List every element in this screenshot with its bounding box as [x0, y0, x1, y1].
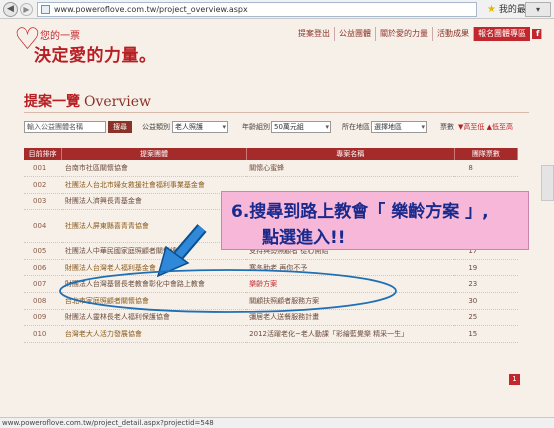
nav-item-about[interactable]: 關於愛的力量 — [376, 27, 433, 41]
search-button[interactable]: 搜尋 — [108, 121, 132, 133]
region-select[interactable]: 選擇地區 — [371, 121, 427, 133]
table-row[interactable]: 001 台南市社區關懷協會 關懷心蜜蜂 8 — [24, 160, 518, 178]
header-project: 專案名稱 — [246, 148, 455, 160]
project-name-link[interactable]: 寒冬助老 再你不予 — [246, 259, 455, 277]
back-button[interactable]: ◀ — [3, 2, 18, 17]
rank-cell: 003 — [24, 193, 62, 211]
region-label: 所在地區 — [342, 123, 370, 131]
title-divider — [24, 112, 529, 113]
sort-options[interactable]: ▼高至低 ▲低至高 — [458, 122, 513, 132]
table-row[interactable]: 008 台北市家庭照顧者關懷協會 關顧扶照顧者服務方案 30 — [24, 292, 518, 310]
table-row[interactable]: 010 台灣老大人活力發展協會 2012活躍老化~老人動課「彩繪藍覺樂 精采一生」 1… — [24, 325, 518, 343]
vote-count: 15 — [454, 325, 518, 343]
callout-line-2: 點選進入!! — [262, 228, 346, 248]
organization-link[interactable]: 財團法人靈林長老人福利保護協會 — [61, 309, 247, 327]
search-input[interactable]: 輸入公益團體名稱 — [24, 121, 106, 133]
rank-cell: 007 — [24, 275, 62, 294]
status-bar: www.poweroflove.com.tw/project_detail.as… — [0, 417, 554, 428]
rank-cell: 005 — [24, 242, 62, 260]
site-logo[interactable]: ♡ 您的一票 決定愛的力量。 — [14, 25, 164, 67]
organization-link[interactable]: 台灣老大人活力發展協會 — [61, 325, 247, 343]
rank-cell: 010 — [24, 325, 62, 343]
logo-slogan-top: 您的一票 — [40, 31, 80, 42]
organization-link[interactable]: 台北市家庭照顧者關懷協會 — [61, 292, 247, 310]
rank-cell: 008 — [24, 292, 62, 310]
organization-link[interactable]: 社團法人屏東縣喜青青協會 — [61, 209, 247, 244]
page-title-zh: 提案一覽 — [24, 94, 80, 110]
sort-label: 票數 — [440, 123, 454, 131]
address-bar[interactable]: www.poweroflove.com.tw/project_overview.… — [37, 2, 477, 17]
table-row[interactable]: 007 財團法人台灣基督長老教會彰化中會路上教會 樂齡方案 23 — [24, 275, 518, 294]
rank-cell: 002 — [24, 176, 62, 194]
filter-bar: 輸入公益團體名稱 搜尋 公益類別 老人照護 年齡組別 50萬元組 所在地區 選擇… — [24, 121, 529, 135]
chevron-down-icon: ▾ — [535, 5, 540, 14]
category-select[interactable]: 老人照護 — [172, 121, 228, 133]
page-title-en: Overview — [84, 94, 152, 110]
header-votes: 團隊票數 — [454, 148, 519, 160]
side-scroll-tab[interactable] — [541, 165, 554, 201]
rank-cell: 001 — [24, 160, 62, 178]
project-name-link[interactable]: 2012活躍老化~老人動課「彩繪藍覺樂 精采一生」 — [246, 325, 455, 343]
vote-count: 8 — [454, 160, 518, 178]
tools-menu-button[interactable]: ▾ — [525, 2, 551, 17]
nav-item-logout[interactable]: 提案登出 — [294, 27, 335, 41]
header-rank: 目前排序 — [24, 148, 63, 160]
age-group-label: 年齡組別 — [242, 123, 270, 131]
page-icon — [41, 5, 50, 14]
star-icon: ★ — [487, 4, 496, 15]
organization-link[interactable]: 財團法人濟興長青基金會 — [61, 193, 247, 211]
table-row[interactable]: 009 財團法人靈林長老人福利保護協會 彌居老人送餐服務計畫 25 — [24, 309, 518, 327]
logo-slogan-main: 決定愛的力量。 — [34, 46, 157, 66]
top-navigation: 提案登出 公益團體 關於愛的力量 活動成果 報名團體專區 f — [294, 27, 542, 41]
rank-cell: 006 — [24, 259, 62, 277]
pagination-page-1[interactable]: 1 — [509, 374, 520, 385]
organization-link[interactable]: 台南市社區關懷協會 — [61, 160, 247, 178]
nav-item-charities[interactable]: 公益團體 — [335, 27, 376, 41]
project-name-link[interactable]: 樂齡方案 — [246, 275, 455, 294]
page-content: ♡ 您的一票 決定愛的力量。 提案登出 公益團體 關於愛的力量 活動成果 報名團體專區 f… — [0, 19, 554, 417]
forward-button[interactable]: ▶ — [20, 3, 33, 16]
project-name-link[interactable]: 彌居老人送餐服務計畫 — [246, 309, 455, 327]
organization-link[interactable]: 財團法人台灣老人福利基金會 — [61, 259, 247, 277]
callout-line-1: 6.搜尋到路上教會「 樂齡方案 」, — [231, 202, 489, 222]
table-header-row: 目前排序 提案團體 專案名稱 團隊票數 — [24, 148, 519, 160]
age-group-select[interactable]: 50萬元組 — [271, 121, 331, 133]
address-url: www.poweroflove.com.tw/project_overview.… — [54, 5, 248, 14]
organization-link[interactable]: 社團法人中華民國家庭照顧者關懷總會 — [61, 242, 247, 260]
nav-item-registration[interactable]: 報名團體專區 — [474, 27, 530, 41]
nav-item-results[interactable]: 活動成果 — [433, 27, 474, 41]
project-name-link[interactable]: 關懷心蜜蜂 — [246, 160, 455, 178]
vote-count: 19 — [454, 259, 518, 277]
vote-count: 25 — [454, 309, 518, 327]
page-title: 提案一覽 Overview — [24, 91, 151, 111]
instruction-callout: 6.搜尋到路上教會「 樂齡方案 」, 點選進入!! — [221, 191, 529, 250]
category-label: 公益類別 — [142, 123, 170, 131]
project-name-link[interactable]: 關顧扶照顧者服務方案 — [246, 292, 455, 310]
vote-count: 30 — [454, 292, 518, 310]
rank-cell: 004 — [24, 209, 62, 244]
organization-link[interactable]: 財團法人台灣基督長老教會彰化中會路上教會 — [61, 275, 247, 294]
header-organization: 提案團體 — [61, 148, 247, 160]
organization-link[interactable]: 社團法人台北市婦女救援社會福利事業基金會 — [61, 176, 247, 194]
vote-count: 23 — [454, 275, 518, 294]
table-row[interactable]: 006 財團法人台灣老人福利基金會 寒冬助老 再你不予 19 — [24, 259, 518, 277]
facebook-icon[interactable]: f — [532, 28, 542, 39]
browser-toolbar: ◀ ▶ www.poweroflove.com.tw/project_overv… — [0, 0, 554, 19]
rank-cell: 009 — [24, 309, 62, 327]
